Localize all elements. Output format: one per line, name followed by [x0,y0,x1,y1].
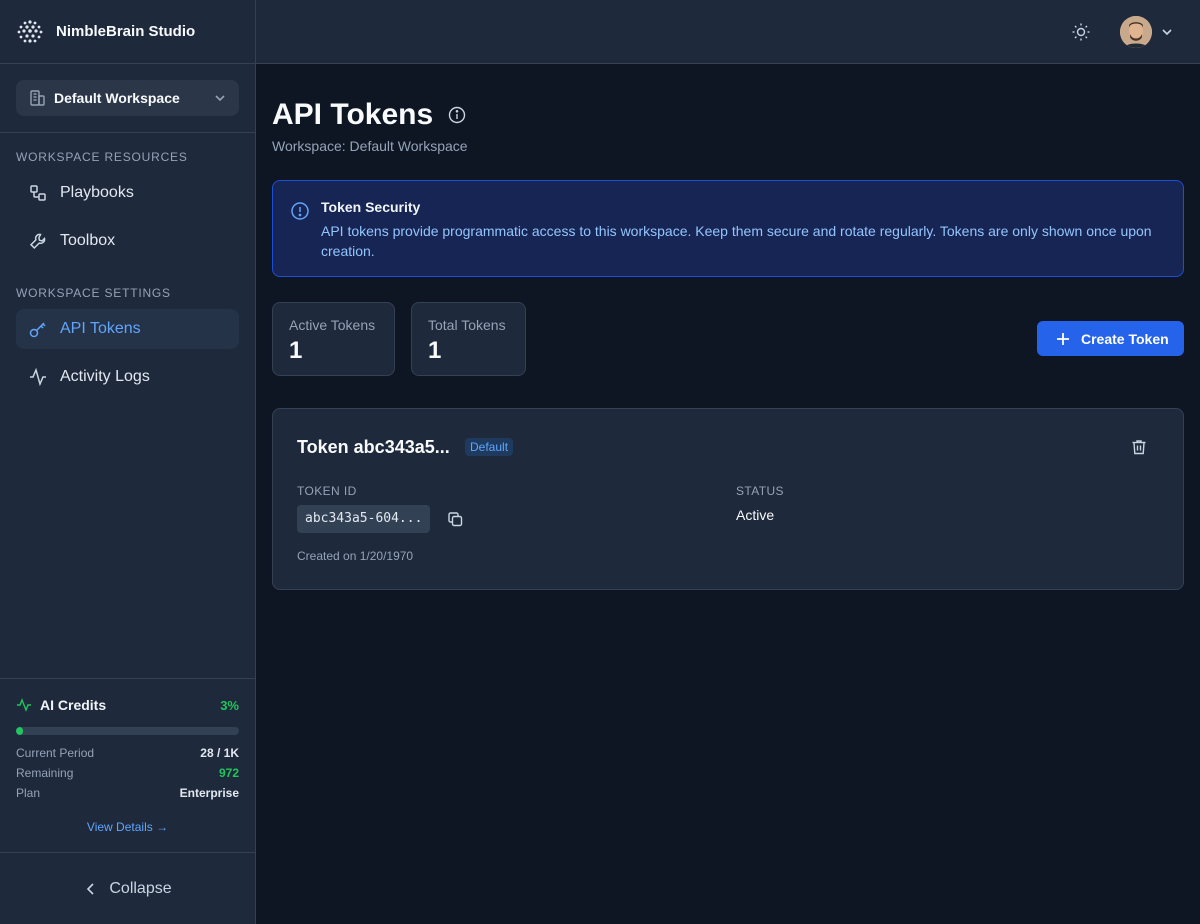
user-avatar[interactable] [1120,16,1152,48]
workspace-selector[interactable]: Default Workspace [16,80,239,116]
credits-row-value: 972 [218,766,239,780]
stat-label: Active Tokens [289,317,376,333]
credits-row-value: Enterprise [179,786,239,800]
sidebar-item-toolbox[interactable]: Toolbox [16,221,239,261]
status-label: STATUS [736,484,784,498]
ai-credits-panel: AI Credits 3% Current Period 28 / 1K Rem… [0,678,255,852]
collapse-sidebar-button[interactable]: Collapse [0,852,255,924]
stat-active-tokens: Active Tokens 1 [272,302,395,376]
sidebar-item-label: Toolbox [60,232,116,249]
brand-header[interactable]: NimbleBrain Studio [0,0,255,64]
plus-icon [1057,332,1069,345]
stat-value: 1 [289,337,303,364]
credits-progress-fill [16,727,23,735]
trash-icon[interactable] [1130,438,1148,456]
status-value: Active [736,507,775,523]
token-id-value: abc343a5-604... [297,505,431,533]
sidebar-item-label: Activity Logs [60,368,150,385]
avatar-image-icon [1120,16,1152,48]
credits-row-label: Current Period [16,746,95,760]
brain-logo-icon [17,19,43,43]
credits-row-label: Remaining [16,766,74,780]
wrench-icon [29,233,46,250]
workspace-selector-label: Default Workspace [54,90,180,106]
sidebar-item-label: Playbooks [60,184,134,201]
create-token-button[interactable]: Create Token [1037,321,1184,356]
section-title-resources: WORKSPACE RESOURCES [16,150,188,164]
create-token-label: Create Token [1081,330,1169,347]
credits-row-remaining: Remaining 972 [16,766,239,780]
token-default-badge: Default [465,438,514,456]
workflow-icon [30,185,46,201]
info-icon[interactable] [447,105,467,125]
token-name: Token abc343a5... [297,437,450,457]
token-security-alert: Token Security API tokens provide progra… [272,180,1184,277]
credits-row-label: Plan [16,786,41,800]
alert-title: Token Security [321,199,421,215]
stat-label: Total Tokens [428,317,506,333]
page-subtitle: Workspace: Default Workspace [272,138,468,154]
token-card: Token abc343a5... Default TOKEN ID abc34… [272,408,1184,590]
sidebar: NimbleBrain Studio Default Workspace WOR… [0,0,256,924]
chevron-down-icon [215,95,225,102]
top-bar [256,0,1200,64]
credits-title: AI Credits [40,697,107,713]
title-row: API Tokens [272,98,467,132]
page-title: API Tokens [272,98,434,131]
copy-icon[interactable] [447,511,464,528]
collapse-label: Collapse [109,879,172,897]
credits-row-value: 28 / 1K [200,746,239,760]
credits-progress-bar [16,727,239,735]
credits-row-current-period: Current Period 28 / 1K [16,746,239,760]
chevron-down-icon[interactable] [1160,25,1174,39]
workspace-selector-wrap: Default Workspace [0,64,255,133]
activity-icon [30,367,46,387]
alert-body: API tokens provide programmatic access t… [321,223,1152,259]
credits-row-plan: Plan Enterprise [16,786,239,800]
app-name: NimbleBrain Studio [56,23,196,40]
sidebar-item-activity-logs[interactable]: Activity Logs [16,357,239,397]
sun-icon[interactable] [1071,22,1091,42]
key-icon [29,322,46,338]
building-icon [30,90,45,106]
section-title-settings: WORKSPACE SETTINGS [16,286,171,300]
info-icon [291,202,309,220]
token-id-label: TOKEN ID [297,484,357,498]
token-created-date: Created on 1/20/1970 [297,549,414,563]
activity-icon [17,698,31,712]
stat-value: 1 [428,337,442,364]
chevron-left-icon [87,882,94,895]
stat-total-tokens: Total Tokens 1 [411,302,526,376]
credits-header: AI Credits 3% [16,697,239,713]
credits-percent: 3% [220,697,239,713]
view-details-link[interactable]: View Details → [16,820,239,834]
sidebar-item-label: API Tokens [60,320,141,337]
sidebar-item-api-tokens[interactable]: API Tokens [16,309,239,349]
sidebar-item-playbooks[interactable]: Playbooks [16,173,239,213]
